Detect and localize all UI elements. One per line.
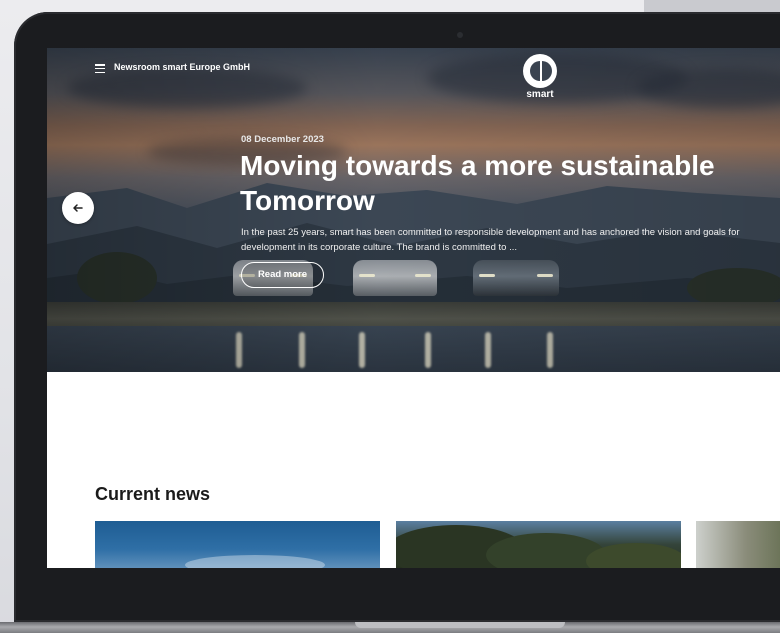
arrow-left-icon <box>73 204 83 212</box>
laptop-hinge-notch <box>355 622 565 628</box>
hamburger-menu-icon[interactable] <box>95 64 105 74</box>
smart-logo-icon <box>523 54 557 88</box>
article-date: 08 December 2023 <box>241 134 324 145</box>
current-news-heading: Current news <box>95 484 211 504</box>
smart-logo[interactable]: smart <box>520 54 560 104</box>
news-card[interactable] <box>396 521 681 568</box>
logo-text: smart <box>526 89 554 100</box>
hero-summary: In the past 25 years, smart has been com… <box>241 227 740 253</box>
news-card[interactable] <box>95 521 380 568</box>
read-more-button[interactable]: Read more <box>241 262 324 288</box>
browser-viewport: Newsroom smart Europe GmbH smart 08 Dece… <box>47 48 780 568</box>
background-panel <box>644 0 780 12</box>
brand-name-link[interactable]: Newsroom smart Europe GmbH <box>114 62 250 72</box>
webcam <box>457 32 463 38</box>
hero-banner: Newsroom smart Europe GmbH smart 08 Dece… <box>47 48 780 372</box>
carousel-prev-button[interactable] <box>62 192 94 224</box>
hero-headline[interactable]: Moving towards a more sustainable Tomorr… <box>240 148 780 218</box>
news-card[interactable] <box>696 521 780 568</box>
